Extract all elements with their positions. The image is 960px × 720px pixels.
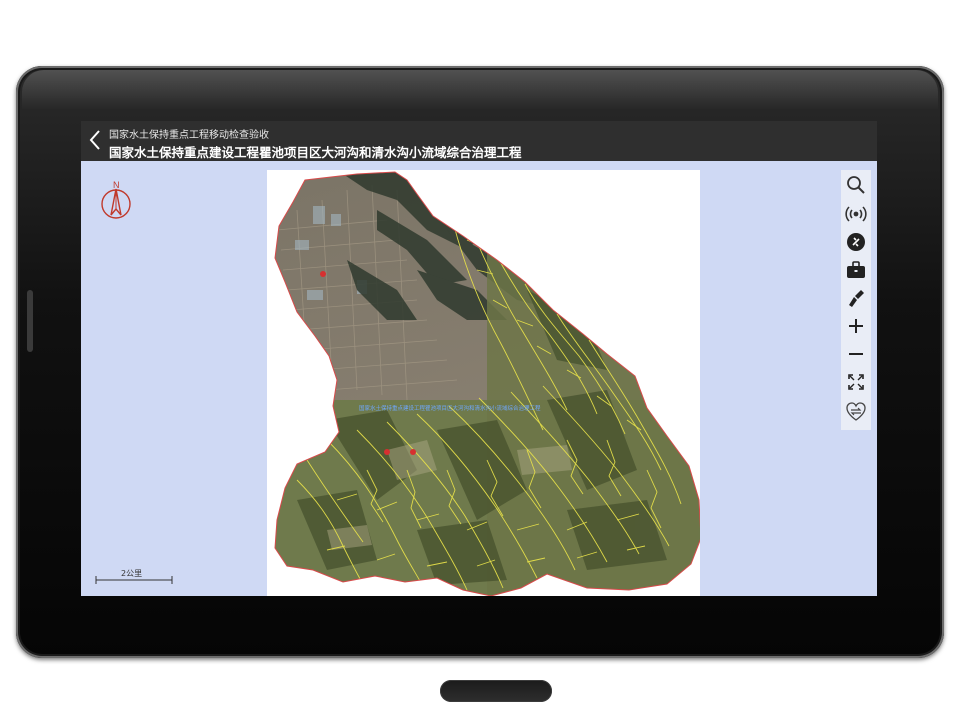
north-label: N xyxy=(113,180,120,190)
signal-icon xyxy=(845,206,867,222)
brush-icon xyxy=(849,290,864,307)
signal-button[interactable] xyxy=(841,200,871,228)
map-view[interactable]: 国家水土保持重点建设工程瞿池项目区大河沟和清水沟小流域综合治理工程 xyxy=(267,170,702,596)
back-icon[interactable] xyxy=(85,129,105,153)
header-bar: 国家水土保持重点工程移动检查验收 国家水土保持重点建设工程瞿池项目区大河沟和清水… xyxy=(81,121,877,161)
zoom-in-icon xyxy=(849,319,863,333)
boundary-label: 国家水土保持重点建设工程瞿池项目区大河沟和清水沟小流域综合治理工程 xyxy=(359,404,541,412)
map-toolbar xyxy=(841,170,871,430)
briefcase-button[interactable] xyxy=(841,256,871,284)
search-icon xyxy=(847,176,865,194)
search-button[interactable] xyxy=(841,171,871,199)
header-subtitle: 国家水土保持重点工程移动检查验收 xyxy=(109,130,269,141)
page-title: 国家水土保持重点建设工程瞿池项目区大河沟和清水沟小流域综合治理工程 xyxy=(109,145,522,160)
fullscreen-button[interactable] xyxy=(841,368,871,396)
zoom-out-button[interactable] xyxy=(841,340,871,368)
north-arrow-icon: N xyxy=(101,180,131,219)
scale-bar: 2公里 xyxy=(95,568,175,588)
tools-button[interactable] xyxy=(841,228,871,256)
map-canvas[interactable]: 国家水土保持重点建设工程瞿池项目区大河沟和清水沟小流域综合治理工程 xyxy=(267,170,702,596)
home-button[interactable] xyxy=(440,680,552,702)
frame-sheen xyxy=(22,70,938,110)
chevron-left-icon xyxy=(89,130,100,150)
swap-icon xyxy=(846,402,866,421)
zoom-in-button[interactable] xyxy=(841,312,871,340)
briefcase-icon xyxy=(847,261,865,278)
swap-button[interactable] xyxy=(841,398,871,426)
zoom-out-icon xyxy=(849,353,863,355)
fullscreen-icon xyxy=(848,374,864,390)
brush-button[interactable] xyxy=(841,284,871,312)
side-button[interactable] xyxy=(27,290,33,352)
tools-icon xyxy=(847,233,865,251)
satellite-imagery xyxy=(275,172,700,596)
app-screen: 国家水土保持重点工程移动检查验收 国家水土保持重点建设工程瞿池项目区大河沟和清水… xyxy=(81,121,877,596)
